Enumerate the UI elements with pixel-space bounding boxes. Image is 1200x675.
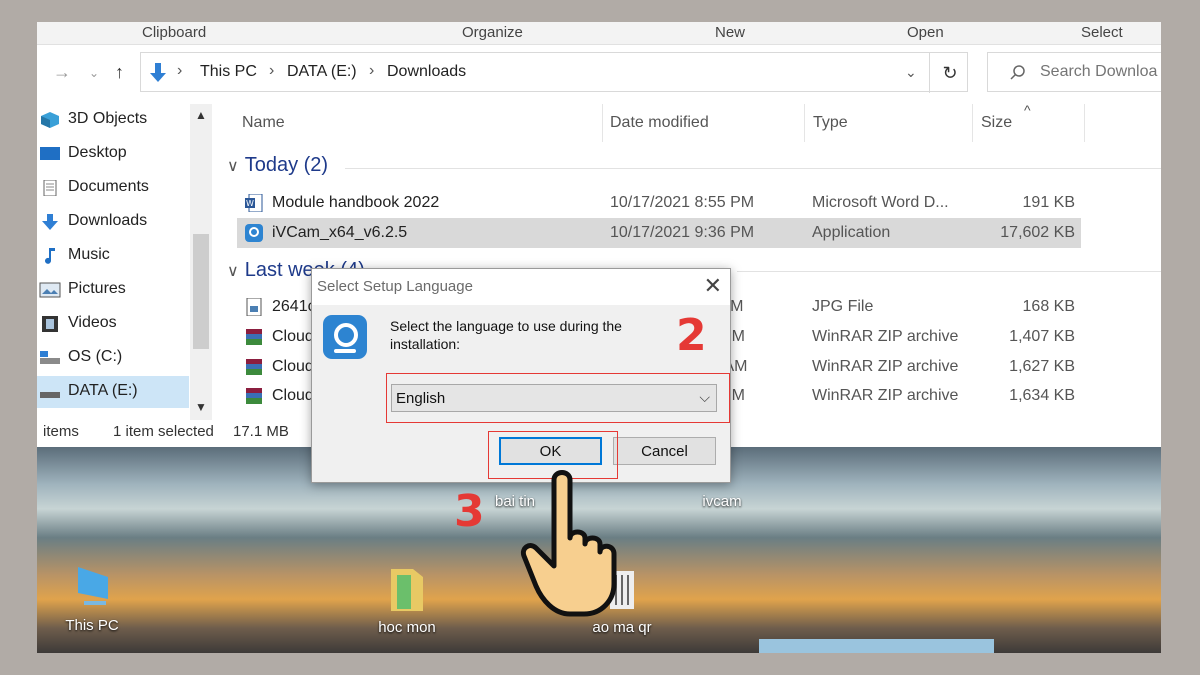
nav-item-downloads[interactable]: Downloads xyxy=(37,206,187,238)
up-arrow-icon[interactable]: ↑ xyxy=(115,62,124,83)
file-row-selected[interactable]: iVCam_x64_v6.2.5 10/17/2021 9:36 PM Appl… xyxy=(237,218,1081,248)
winrar-archive-icon xyxy=(246,388,262,404)
dialog-title-bar: Select Setup Language ✕ xyxy=(312,269,730,305)
cancel-button[interactable]: Cancel xyxy=(613,437,716,465)
status-selection-size: 17.1 MB xyxy=(233,423,289,440)
group-divider-line xyxy=(345,168,1161,169)
highlight-language-select xyxy=(386,373,730,423)
desktop-icon xyxy=(40,147,60,160)
column-divider[interactable] xyxy=(602,104,603,142)
breadcrumb-separator-icon: › xyxy=(269,62,275,79)
downloads-arrow-icon xyxy=(150,63,166,82)
nav-item-videos[interactable]: Videos xyxy=(37,308,187,340)
image-file-icon xyxy=(246,298,262,316)
notification-banner[interactable] xyxy=(759,639,994,653)
document-icon xyxy=(43,180,57,196)
breadcrumb-downloads[interactable]: Downloads xyxy=(387,63,466,81)
group-collapse-chevron-icon[interactable]: ∨ xyxy=(227,263,239,280)
nav-pane-scrollbar[interactable]: ▲ ▼ xyxy=(190,104,212,434)
winrar-archive-icon xyxy=(246,359,262,375)
group-header-today[interactable]: ∨ Today (2) xyxy=(227,154,328,177)
nav-item-pictures[interactable]: Pictures xyxy=(37,274,187,306)
close-icon[interactable]: ✕ xyxy=(704,273,722,299)
breadcrumb-this-pc[interactable]: This PC xyxy=(200,63,257,81)
drive-icon xyxy=(40,351,60,364)
sort-ascending-icon: ^ xyxy=(1024,102,1031,118)
status-selection: 1 item selected xyxy=(113,423,214,440)
address-history-chevron-icon[interactable]: ⌄ xyxy=(905,64,917,81)
download-arrow-icon xyxy=(42,214,58,230)
desktop-icon-ivcam[interactable]: ivcam xyxy=(692,493,752,510)
column-size[interactable]: Size xyxy=(981,114,1012,132)
music-note-icon xyxy=(45,248,55,264)
scroll-down-icon[interactable]: ▼ xyxy=(195,400,207,414)
breadcrumb-separator-icon: › xyxy=(369,62,375,79)
breadcrumb-separator-icon: › xyxy=(177,62,183,79)
recent-chevron-icon[interactable]: ⌄ xyxy=(89,66,99,80)
nav-item-os-c[interactable]: OS (C:) xyxy=(37,342,187,374)
step-number-2: 2 xyxy=(676,310,707,361)
film-icon xyxy=(42,316,58,332)
ribbon-group-new[interactable]: New xyxy=(715,24,745,41)
ribbon-group-select[interactable]: Select xyxy=(1081,24,1123,41)
search-icon xyxy=(1010,65,1025,80)
refresh-icon[interactable]: ↻ xyxy=(929,53,970,93)
ribbon-group-open[interactable]: Open xyxy=(907,24,944,41)
breadcrumb-data-e[interactable]: DATA (E:) xyxy=(287,63,357,81)
ribbon-group-organize[interactable]: Organize xyxy=(462,24,523,41)
scroll-up-icon[interactable]: ▲ xyxy=(195,108,207,122)
column-divider[interactable] xyxy=(1084,104,1085,142)
nav-item-documents[interactable]: Documents xyxy=(37,172,187,204)
column-date-modified[interactable]: Date modified xyxy=(610,114,709,132)
desktop-icon-this-pc[interactable]: This PC xyxy=(57,565,127,634)
winrar-archive-icon xyxy=(246,329,262,345)
folder-icon xyxy=(391,569,423,611)
back-arrow-icon[interactable]: → xyxy=(53,62,71,83)
pictures-icon xyxy=(39,282,61,298)
ivcam-app-icon xyxy=(245,224,263,242)
computer-icon xyxy=(78,567,108,605)
cube-icon xyxy=(41,112,59,128)
nav-item-3d-objects[interactable]: 3D Objects xyxy=(37,104,187,136)
pointing-hand-icon xyxy=(520,470,617,617)
nav-item-desktop[interactable]: Desktop xyxy=(37,138,187,170)
search-box[interactable] xyxy=(987,52,1161,92)
dialog-message: Select the language to use during the in… xyxy=(390,318,622,352)
status-item-count: items xyxy=(43,423,79,440)
file-row[interactable]: W Module handbook 2022 10/17/2021 8:55 P… xyxy=(237,188,1081,218)
column-divider[interactable] xyxy=(972,104,973,142)
column-headers: Name Date modified Type Size ^ xyxy=(242,102,1161,144)
svg-text:W: W xyxy=(246,199,254,208)
nav-item-music[interactable]: Music xyxy=(37,240,187,272)
column-divider[interactable] xyxy=(804,104,805,142)
column-type[interactable]: Type xyxy=(813,114,848,132)
word-document-icon: W xyxy=(245,194,263,212)
ribbon-group-clipboard[interactable]: Clipboard xyxy=(142,24,206,41)
address-bar[interactable]: › This PC › DATA (E:) › Downloads ⌄ ↻ xyxy=(140,52,970,93)
step-number-3: 3 xyxy=(454,486,485,537)
search-input[interactable] xyxy=(1038,62,1161,82)
column-name[interactable]: Name xyxy=(242,114,285,132)
drive-icon xyxy=(40,392,60,398)
group-collapse-chevron-icon[interactable]: ∨ xyxy=(227,158,239,175)
desktop-icon-hoc-mon[interactable]: hoc mon xyxy=(370,565,444,636)
group-divider-line xyxy=(737,271,1161,272)
ribbon: Clipboard Organize New Open Select xyxy=(37,22,1161,45)
navigation-pane: 3D Objects Desktop Documents Downloads M… xyxy=(37,104,212,434)
scrollbar-thumb[interactable] xyxy=(193,234,209,349)
dialog-title: Select Setup Language xyxy=(317,278,473,295)
ivcam-app-icon xyxy=(323,315,367,359)
address-row: → ⌄ ↑ › This PC › DATA (E:) › Downloads … xyxy=(37,52,1161,96)
nav-item-data-e[interactable]: DATA (E:) xyxy=(37,376,189,408)
